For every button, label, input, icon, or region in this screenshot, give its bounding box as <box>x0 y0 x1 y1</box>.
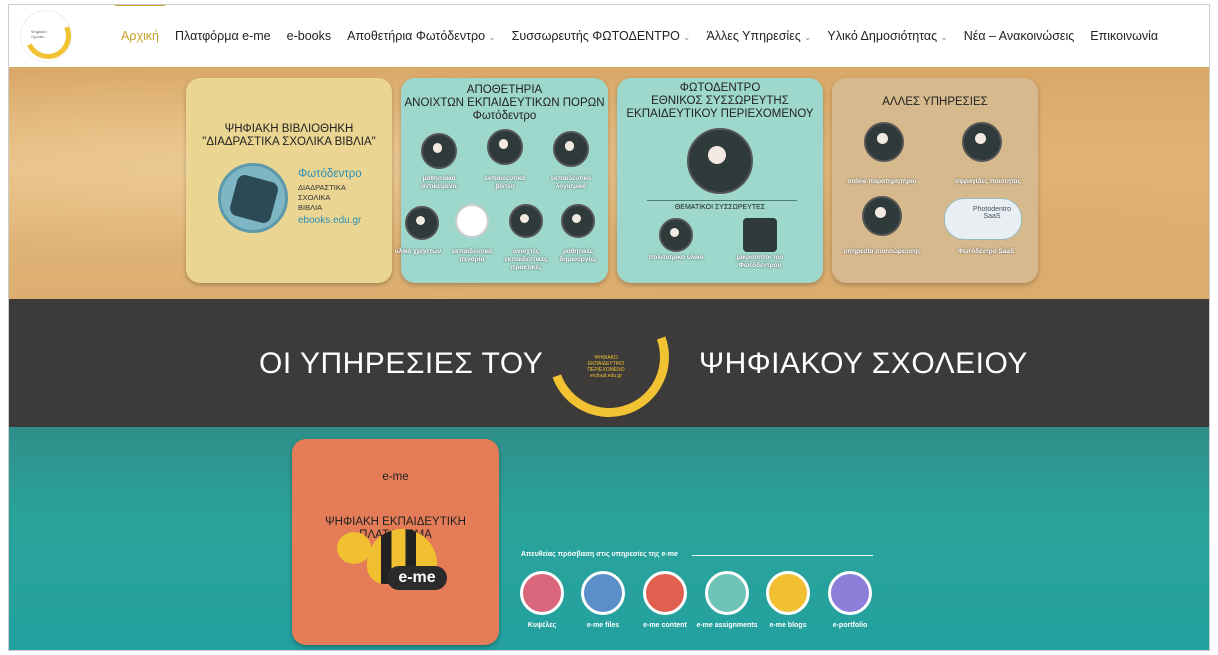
card-digital-library[interactable]: ΨΗΦΙΑΚΗ ΒΙΒΛΙΟΘΗΚΗ "ΔΙΑΔΡΑΣΤΙΚΑ ΣΧΟΛΙΚΑ … <box>186 78 392 283</box>
repo-item-label: εκπαιδευτικά βίντεο <box>484 175 526 190</box>
service-label-content[interactable]: e-me content <box>630 622 700 629</box>
service-label-assignments[interactable]: e-me assignments <box>692 622 762 629</box>
repo-item-label: ανοιχτές εκπαιδευτικές πρακτικές <box>504 248 548 271</box>
logo-text: Ψηφιακό Σχολείο <box>31 29 47 39</box>
menu-item-other-services-label: Άλλες Υπηρεσίες <box>706 29 801 43</box>
menu-item-ebooks[interactable]: e-books <box>287 29 331 43</box>
lightbulb-scenarios-icon[interactable] <box>455 204 489 238</box>
content-edit-icon[interactable] <box>643 571 687 615</box>
chevron-down-icon: ⌄ <box>940 32 948 42</box>
agg-item-label: πολιτισμικό υλικό <box>648 254 704 261</box>
site-logo[interactable]: Ψηφιακό Σχολείο <box>18 6 78 66</box>
menu-item-contact[interactable]: Επικοινωνία <box>1090 29 1158 43</box>
card-library-sub3: ΒΙΒΛΙΑ <box>298 203 323 212</box>
files-folder-icon[interactable] <box>581 571 625 615</box>
card-aggregator[interactable]: ΦΩΤΟΔΕΝΤΡΟ ΕΘΝΙΚΟΣ ΣΥΣΣΩΡΕΥΤΗΣ ΕΚΠΑΙΔΕΥΤ… <box>617 78 823 283</box>
card-other-services[interactable]: ΑΛΛΕΣ ΥΠΗΡΕΣΙΕΣ online παρατηρητήριο σφρ… <box>832 78 1038 283</box>
photodentro-aggregator-icon[interactable] <box>687 128 753 194</box>
quality-seal-icon[interactable] <box>962 122 1002 162</box>
ebooks-logo-icon <box>218 163 288 233</box>
bee-head-icon <box>337 532 371 564</box>
repo-item-label: εκπαιδευτικά σενάρια <box>451 248 493 263</box>
menu-item-repositories-label: Αποθετήρια Φωτόδεντρο <box>347 29 486 43</box>
educational-software-icon[interactable] <box>553 131 589 167</box>
assignments-clipboard-icon[interactable] <box>705 571 749 615</box>
other-item-label: υπηρεσία συσσώρευσης <box>843 248 921 255</box>
bee-logo-icon: e-me <box>337 524 457 594</box>
student-creations-icon[interactable] <box>561 204 595 238</box>
menu-item-other-services[interactable]: Άλλες Υπηρεσίες ⌄ <box>706 29 811 43</box>
aggregation-service-icon[interactable] <box>862 196 902 236</box>
banner-logo-line: ercloud.edu.gr <box>590 373 622 379</box>
service-label-blogs[interactable]: e-me blogs <box>753 622 823 629</box>
menu-item-repositories[interactable]: Αποθετήρια Φωτόδεντρο ⌄ <box>347 29 496 43</box>
eme-logo-text: e-me <box>387 566 447 590</box>
card-repositories[interactable]: ΑΠΟΘΕΤΗΡΙΑ ΑΝΟΙΧΤΩΝ ΕΚΠΑΙΔΕΥΤΙΚΩΝ ΠΟΡΩΝ … <box>395 78 608 283</box>
user-material-icon[interactable] <box>405 206 439 240</box>
other-item-label: σφραγίδες ποιότητας <box>954 178 1022 185</box>
puzzle-icon <box>228 173 280 225</box>
card-library-title-2: "ΔΙΑΔΡΑΣΤΙΚΑ ΣΧΟΛΙΚΑ ΒΙΒΛΙΑ" <box>202 136 376 148</box>
microsites-icon[interactable] <box>743 218 777 252</box>
service-label-portfolio[interactable]: e-portfolio <box>815 622 885 629</box>
hives-icon[interactable] <box>520 571 564 615</box>
repo-item-label: υλικό χρηστών <box>394 248 442 255</box>
card-other-title: ΑΛΛΕΣ ΥΠΗΡΕΣΙΕΣ <box>882 96 988 108</box>
card-agg-title-3: ΕΚΠΑΙΔΕΥΤΙΚΟΥ ΠΕΡΙΕΧΟΜΕΝΟΥ <box>626 108 814 120</box>
divider <box>692 555 873 556</box>
menu-item-publicity[interactable]: Υλικό Δημοσιότητας ⌄ <box>827 29 947 43</box>
thematic-aggregators-label: ΘΕΜΑΤΙΚΟΙ ΣΥΣΣΩΡΕΥΤΕΣ <box>674 204 766 211</box>
open-practices-icon[interactable] <box>509 204 543 238</box>
card-library-sub2: ΣΧΟΛΙΚΑ <box>298 193 331 202</box>
sea-background <box>9 427 1209 650</box>
repo-item-label: εκπαιδευτικό λογισμικό <box>550 175 592 190</box>
service-label-files[interactable]: e-me files <box>568 622 638 629</box>
menu-item-aggregator[interactable]: Συσσωρευτής ΦΩΤΟΔΕΝΤΡΟ ⌄ <box>512 29 691 43</box>
card-eme-platform[interactable]: e-me ΨΗΦΙΑΚΗ ΕΚΠΑΙΔΕΥΤΙΚΗ ΠΛΑΤΦΟΡΜΑ e-me <box>292 439 499 645</box>
menu-item-publicity-label: Υλικό Δημοσιότητας <box>827 29 938 43</box>
card-agg-title-1: ΦΩΤΟΔΕΝΤΡΟ <box>679 82 761 94</box>
direct-access-label: Απευθείας πρόσβαση στις υπηρεσίες της e-… <box>521 551 678 558</box>
learning-objects-icon[interactable] <box>421 133 457 169</box>
card-repos-title-2: ΑΝΟΙΧΤΩΝ ΕΚΠΑΙΔΕΥΤΙΚΩΝ ΠΟΡΩΝ <box>404 97 605 109</box>
menu-item-home[interactable]: Αρχική <box>115 5 165 43</box>
chevron-down-icon: ⌄ <box>803 32 812 42</box>
chevron-down-icon: ⌄ <box>682 32 691 42</box>
cultural-material-icon[interactable] <box>659 218 693 252</box>
repo-item-label: μαθησιακά αντικείμενα <box>421 175 457 190</box>
repo-item-label: μαθητικές δημιουργίες <box>559 248 597 263</box>
other-item-label: Φωτόδεντρο SaaS <box>957 248 1015 255</box>
agg-item-label: μικρότοποι του Φωτόδεντρου <box>736 254 784 269</box>
menu-item-news[interactable]: Νέα – Ανακοινώσεις <box>964 29 1075 43</box>
card-repos-title-3: Φωτόδεντρο <box>472 110 537 122</box>
card-library-brand: Φωτόδεντρο <box>298 168 362 180</box>
other-item-label: online παρατηρητήριο <box>847 178 917 185</box>
service-label-hives[interactable]: Κυψέλες <box>507 622 577 629</box>
divider <box>647 200 797 201</box>
banner-title-left: ΟΙ ΥΠΗΡΕΣΙΕΣ ΤΟΥ <box>259 347 544 380</box>
menu-item-aggregator-label: Συσσωρευτής ΦΩΤΟΔΕΝΤΡΟ <box>511 29 680 43</box>
observatory-icon[interactable] <box>864 122 904 162</box>
card-library-sub1: ΔΙΑΔΡΑΣΤΙΚΑ <box>298 183 346 192</box>
page-frame: Ψηφιακό Σχολείο Αρχική Πλατφόρμα e-me e-… <box>8 4 1210 651</box>
saas-badge-label: Photodentro SaaS <box>972 206 1012 220</box>
portfolio-diamond-icon[interactable] <box>828 571 872 615</box>
top-navigation: Ψηφιακό Σχολείο Αρχική Πλατφόρμα e-me e-… <box>9 5 1209 67</box>
banner-title-right: ΨΗΦΙΑΚΟΥ ΣΧΟΛΕΙΟΥ <box>699 347 1028 380</box>
eme-title-1: e-me <box>382 471 409 483</box>
card-agg-title-2: ΕΘΝΙΚΟΣ ΣΥΣΣΩΡΕΥΤΗΣ <box>651 95 789 107</box>
card-library-domain: ebooks.edu.gr <box>298 215 362 226</box>
card-library-title-1: ΨΗΦΙΑΚΗ ΒΙΒΛΙΟΘΗΚΗ <box>224 123 354 135</box>
educational-video-icon[interactable] <box>487 129 523 165</box>
blogs-icon[interactable] <box>766 571 810 615</box>
chevron-down-icon: ⌄ <box>488 32 496 42</box>
banner-logo-text: ΨΗΦΙΑΚΟ ΕΚΠΑΙΔΕΥΤΙΚΟ ΠΕΡΙΕΧΟΜΕΝΟ ercloud… <box>581 355 631 379</box>
card-repos-title-1: ΑΠΟΘΕΤΗΡΙΑ <box>466 84 543 96</box>
main-menu: Αρχική Πλατφόρμα e-me e-books Αποθετήρια… <box>115 5 1174 67</box>
menu-item-eme-platform[interactable]: Πλατφόρμα e-me <box>175 29 271 43</box>
